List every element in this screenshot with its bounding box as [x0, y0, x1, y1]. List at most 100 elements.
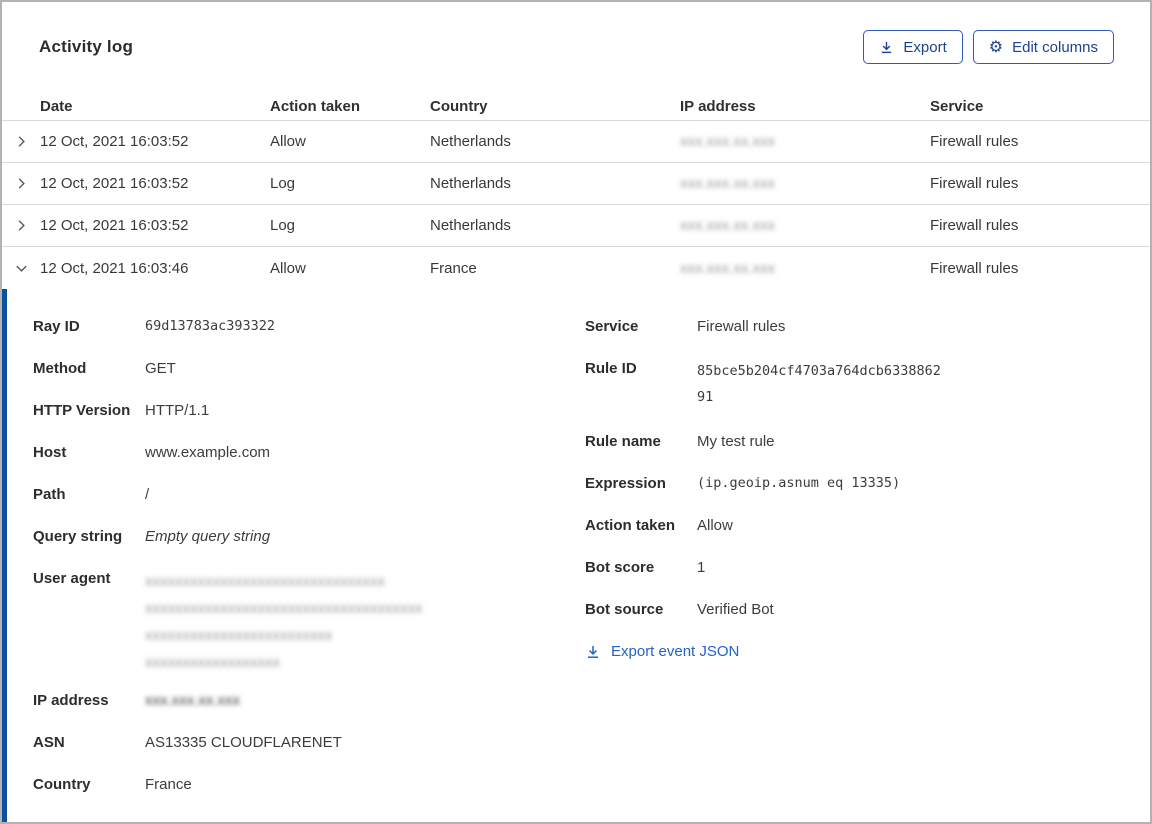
- download-icon: [879, 40, 894, 55]
- row-date: 12 Oct, 2021 16:03:52: [40, 217, 189, 234]
- field-path: Path /: [33, 484, 585, 505]
- field-label: Service: [585, 318, 639, 335]
- field-host: Host www.example.com: [33, 442, 585, 463]
- field-expression: Expression (ip.geoip.asnum eq 13335): [585, 473, 1114, 494]
- table-row[interactable]: 12 Oct, 2021 16:03:52 Log Netherlands xx…: [2, 163, 1150, 205]
- field-ip-address: IP address xxx.xxx.xx.xxx: [33, 690, 585, 711]
- export-button-label: Export: [903, 38, 947, 56]
- table-row[interactable]: 12 Oct, 2021 16:03:52 Log Netherlands xx…: [2, 205, 1150, 247]
- page-title: Activity log: [39, 37, 134, 56]
- field-value: Empty query string: [145, 528, 271, 545]
- row-date: 12 Oct, 2021 16:03:52: [40, 175, 189, 192]
- column-header-country: Country: [430, 97, 488, 115]
- field-value: HTTP/1.1: [145, 402, 210, 419]
- row-service: Firewall rules: [930, 175, 1019, 192]
- field-value: My test rule: [697, 433, 775, 450]
- column-header-ip-address: IP address: [680, 97, 756, 115]
- row-service: Firewall rules: [930, 217, 1019, 234]
- chevron-right-icon[interactable]: [2, 218, 40, 233]
- field-rule-id: Rule ID 85bce5b204cf4703a764dcb633886291: [585, 358, 1114, 410]
- chevron-down-icon[interactable]: [2, 261, 40, 276]
- field-bot-score: Bot score 1: [585, 557, 1114, 578]
- row-date: 12 Oct, 2021 16:03:52: [40, 133, 189, 150]
- field-value: France: [145, 776, 192, 793]
- column-header-service: Service: [930, 97, 984, 115]
- field-label: Bot source: [585, 601, 664, 618]
- row-service: Firewall rules: [930, 259, 1019, 277]
- field-asn: ASN AS13335 CLOUDFLARENET: [33, 732, 585, 753]
- field-label: HTTP Version: [33, 402, 131, 419]
- field-method: Method GET: [33, 358, 585, 379]
- field-value: /: [145, 486, 150, 503]
- field-label: Path: [33, 486, 66, 503]
- row-country: Netherlands: [430, 133, 511, 150]
- field-label: Country: [33, 776, 91, 793]
- field-label: User agent: [33, 570, 111, 587]
- field-value: 1: [697, 559, 706, 576]
- event-detail-panel: Ray ID 69d13783ac393322 Method GET HTTP …: [2, 289, 1150, 822]
- download-icon: [585, 644, 601, 660]
- field-value: Allow: [697, 517, 733, 534]
- field-rule-name: Rule name My test rule: [585, 431, 1114, 452]
- row-action-taken: Allow: [270, 259, 306, 277]
- row-ip-address-redacted: xxx.xxx.xx.xxx: [680, 133, 776, 150]
- table-row[interactable]: 12 Oct, 2021 16:03:52 Allow Netherlands …: [2, 121, 1150, 163]
- field-label: Action taken: [585, 517, 676, 534]
- field-service: Service Firewall rules: [585, 316, 1114, 337]
- field-label: Query string: [33, 528, 123, 545]
- field-label: Expression: [585, 475, 666, 492]
- field-value: GET: [145, 360, 176, 377]
- field-label: Host: [33, 444, 67, 461]
- activity-log-window: Activity log Export ⚙ Edit columns Date …: [0, 0, 1152, 824]
- chevron-right-icon[interactable]: [2, 134, 40, 149]
- toolbar-actions: Export ⚙ Edit columns: [863, 30, 1114, 64]
- field-label: Method: [33, 360, 87, 377]
- chevron-right-icon[interactable]: [2, 176, 40, 191]
- field-action-taken: Action taken Allow: [585, 515, 1114, 536]
- field-value: AS13335 CLOUDFLARENET: [145, 734, 342, 751]
- field-query-string: Query string Empty query string: [33, 526, 585, 547]
- detail-right-column: Service Firewall rules Rule ID 85bce5b20…: [585, 316, 1114, 822]
- field-label: ASN: [33, 734, 65, 751]
- redacted-line: xxxxxxxxxxxxxxxxxxxxxxxxxxxxxxxx: [145, 573, 385, 590]
- redacted-line: xxxxxxxxxxxxxxxxxxxxxxxxxxxxxxxxxxxxx: [145, 600, 423, 617]
- field-user-agent: User agent xxxxxxxxxxxxxxxxxxxxxxxxxxxxx…: [33, 568, 585, 676]
- row-action-taken: Allow: [270, 133, 306, 150]
- table-row-expanded[interactable]: 12 Oct, 2021 16:03:46 Allow France xxx.x…: [2, 247, 1150, 289]
- row-service: Firewall rules: [930, 133, 1019, 150]
- field-value: (ip.geoip.asnum eq 13335): [697, 475, 901, 491]
- field-http-version: HTTP Version HTTP/1.1: [33, 400, 585, 421]
- field-value: Firewall rules: [697, 318, 786, 335]
- topbar: Activity log Export ⚙ Edit columns: [2, 2, 1150, 92]
- field-value-redacted: xxx.xxx.xx.xxx: [145, 692, 241, 709]
- field-value: www.example.com: [145, 444, 271, 461]
- export-event-json-link[interactable]: Export event JSON: [585, 643, 739, 660]
- field-label: Ray ID: [33, 318, 80, 335]
- export-button[interactable]: Export: [863, 30, 963, 64]
- edit-columns-button-label: Edit columns: [1012, 38, 1098, 56]
- field-value: Verified Bot: [697, 601, 774, 618]
- detail-left-column: Ray ID 69d13783ac393322 Method GET HTTP …: [33, 316, 585, 822]
- row-action-taken: Log: [270, 217, 296, 234]
- field-ray-id: Ray ID 69d13783ac393322: [33, 316, 585, 337]
- redacted-line: xxxxxxxxxxxxxxxxxxxxxxxxx: [145, 627, 333, 644]
- field-value-redacted: xxxxxxxxxxxxxxxxxxxxxxxxxxxxxxxx xxxxxxx…: [145, 568, 423, 676]
- edit-columns-button[interactable]: ⚙ Edit columns: [972, 30, 1114, 64]
- column-header-action-taken: Action taken: [270, 97, 361, 115]
- field-label: Bot score: [585, 559, 655, 576]
- field-label: Rule ID: [585, 360, 637, 377]
- redacted-line: xxxxxxxxxxxxxxxxxx: [145, 654, 280, 671]
- field-value: 85bce5b204cf4703a764dcb633886291: [697, 363, 941, 405]
- field-label: IP address: [33, 692, 109, 709]
- column-header-date: Date: [40, 97, 73, 115]
- row-action-taken: Log: [270, 175, 296, 192]
- field-value: 69d13783ac393322: [145, 318, 276, 334]
- row-ip-address-redacted: xxx.xxx.xx.xxx: [680, 259, 776, 277]
- row-country: Netherlands: [430, 217, 511, 234]
- field-country: Country France: [33, 774, 585, 795]
- row-ip-address-redacted: xxx.xxx.xx.xxx: [680, 217, 776, 234]
- export-event-json-label: Export event JSON: [611, 643, 740, 660]
- field-label: Rule name: [585, 433, 661, 450]
- row-date: 12 Oct, 2021 16:03:46: [40, 259, 189, 277]
- gear-icon: ⚙: [988, 37, 1004, 56]
